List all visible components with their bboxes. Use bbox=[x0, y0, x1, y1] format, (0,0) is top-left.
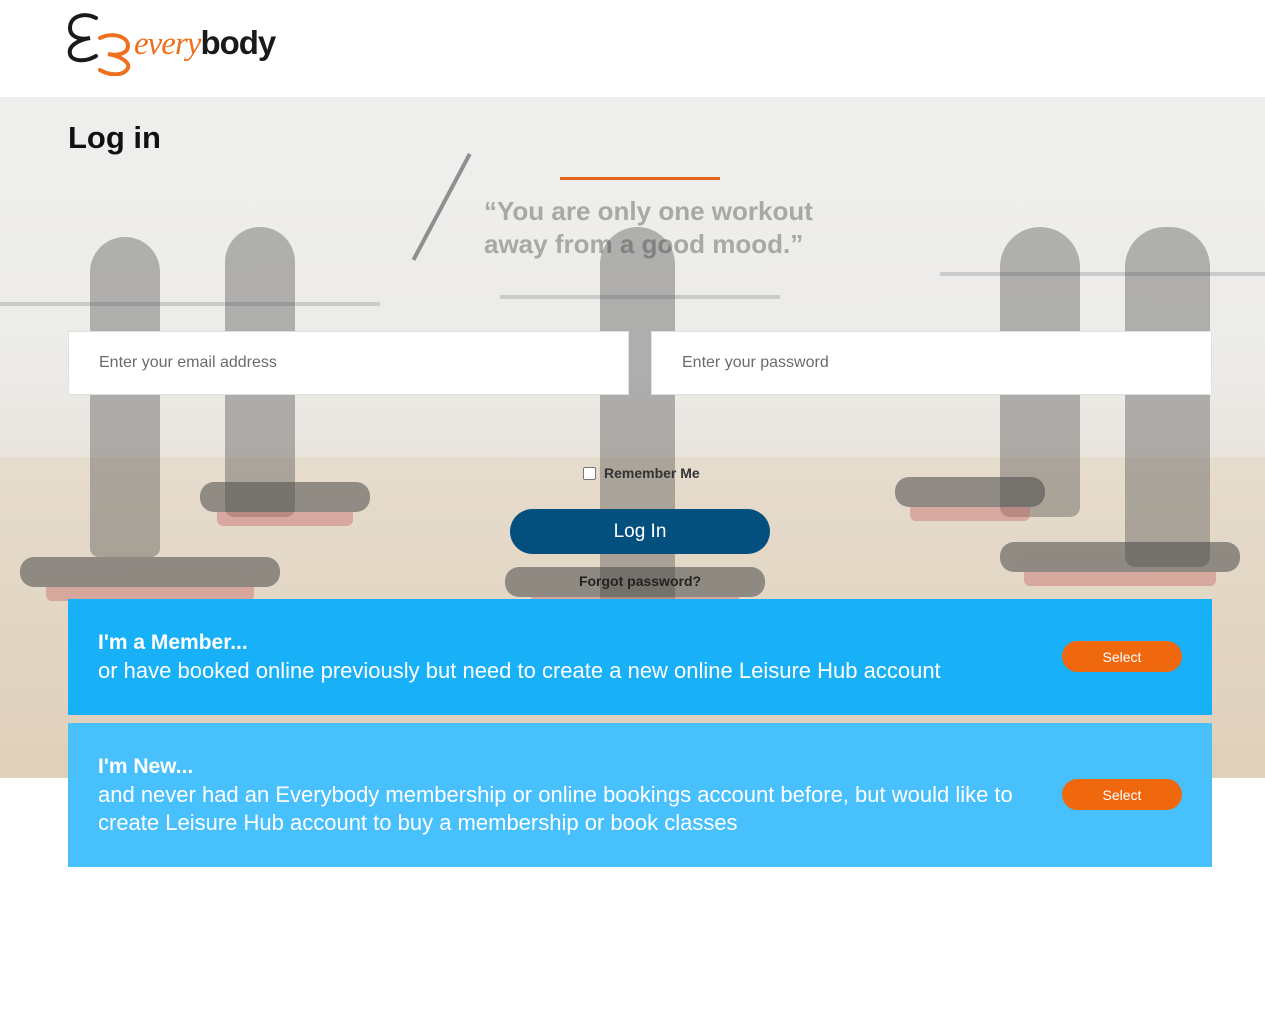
new-option-panel: I'm New... and never had an Everybody me… bbox=[68, 723, 1212, 867]
barbell-right bbox=[940, 272, 1265, 276]
everybody-logo[interactable]: everybody bbox=[66, 10, 286, 76]
page-title: Log in bbox=[68, 120, 161, 155]
logo-wordmark: everybody bbox=[134, 23, 276, 64]
email-input[interactable] bbox=[68, 331, 629, 395]
interlocking-e-icon bbox=[67, 13, 131, 76]
new-select-button[interactable]: Select bbox=[1062, 779, 1182, 810]
remember-me-checkbox[interactable] bbox=[583, 466, 596, 480]
remember-me-label: Remember Me bbox=[604, 465, 700, 481]
hero-quote: “You are only one workout away from a go… bbox=[484, 196, 813, 259]
bg-step-5 bbox=[1000, 542, 1240, 586]
new-option-title: I'm New... bbox=[98, 755, 194, 778]
logo-suffix: body bbox=[200, 24, 276, 61]
new-option-description: and never had an Everybody membership or… bbox=[98, 782, 1013, 835]
login-button[interactable]: Log In bbox=[510, 509, 770, 554]
bg-step-4 bbox=[895, 477, 1045, 521]
bg-figure-5 bbox=[1125, 227, 1210, 567]
password-input[interactable] bbox=[651, 331, 1212, 395]
quote-slash-decoration bbox=[411, 153, 472, 261]
bg-figure-1 bbox=[90, 237, 160, 557]
site-header: everybody bbox=[0, 0, 1265, 97]
member-option-title: I'm a Member... bbox=[98, 631, 248, 654]
accent-divider bbox=[560, 177, 720, 180]
remember-me[interactable]: Remember Me bbox=[583, 464, 700, 482]
member-option-description: or have booked online previously but nee… bbox=[98, 658, 941, 683]
bg-step-1 bbox=[200, 482, 370, 526]
bg-step-2 bbox=[20, 557, 280, 601]
member-option-panel: I'm a Member... or have booked online pr… bbox=[68, 599, 1212, 715]
forgot-password-link[interactable]: Forgot password? bbox=[540, 573, 740, 589]
logo-prefix: every bbox=[134, 26, 201, 62]
member-select-button[interactable]: Select bbox=[1062, 641, 1182, 672]
barbell-left bbox=[0, 302, 380, 306]
